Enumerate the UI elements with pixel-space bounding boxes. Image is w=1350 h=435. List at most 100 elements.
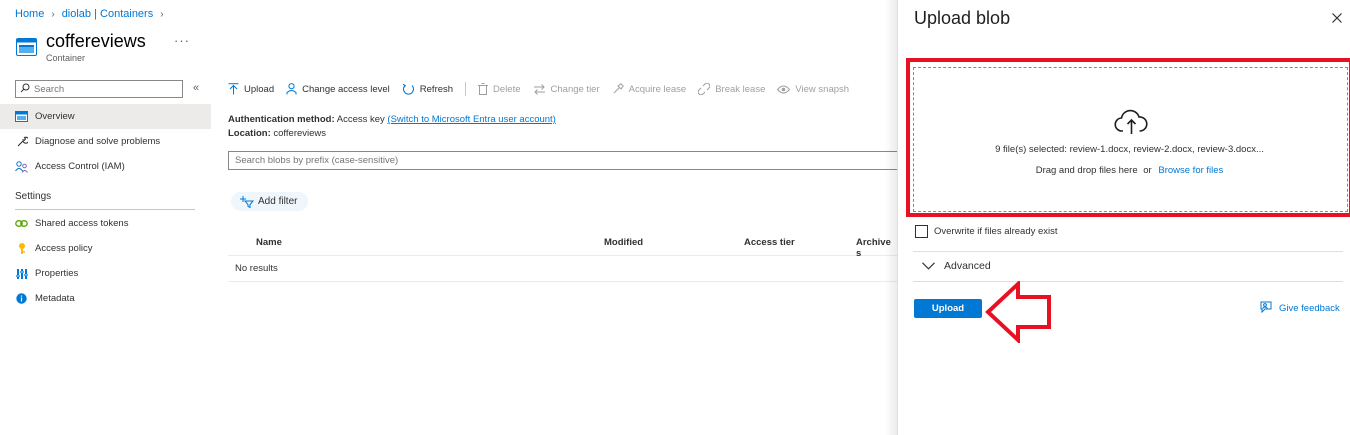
settings-heading: Settings — [15, 191, 52, 202]
sidebar-item-properties[interactable]: Properties — [0, 261, 211, 286]
toolbar-divider — [465, 82, 467, 96]
drag-drop-text: Drag and drop files here or Browse for f… — [898, 165, 1350, 176]
or-label: or — [1143, 165, 1152, 176]
view-snapshots-label: View snapsh — [795, 83, 850, 95]
column-header-modified[interactable]: Modified — [604, 237, 643, 248]
annotation-arrow — [985, 279, 1053, 346]
chevron-right-icon: › — [160, 8, 164, 20]
sidebar-item-overview[interactable]: Overview — [0, 104, 211, 129]
column-header-access-tier[interactable]: Access tier — [744, 237, 795, 248]
file-drop-zone[interactable] — [913, 67, 1348, 212]
link-icon — [15, 217, 28, 230]
auth-method-label: Authentication method: — [228, 114, 335, 125]
delete-button[interactable]: Delete — [478, 83, 521, 95]
info-icon — [15, 292, 28, 305]
sidebar: Overview Diagnose and solve problems Acc… — [0, 104, 211, 311]
broken-link-icon — [698, 83, 711, 95]
break-lease-button[interactable]: Break lease — [698, 83, 765, 95]
more-options-button[interactable]: ··· — [174, 33, 190, 48]
close-icon[interactable] — [1331, 12, 1343, 24]
blob-search-input[interactable] — [235, 155, 875, 166]
overwrite-option[interactable]: Overwrite if files already exist — [915, 225, 1058, 238]
upload-label: Upload — [244, 83, 275, 95]
divider — [913, 251, 1343, 252]
chevron-right-icon: › — [51, 8, 55, 20]
upload-button[interactable]: Upload — [914, 299, 982, 318]
upload-blob-panel: Upload blob 9 file(s) selected: review-1… — [897, 0, 1350, 435]
change-tier-button[interactable]: Change tier — [533, 84, 600, 95]
delete-label: Delete — [493, 83, 521, 95]
grid-header: Name Modified Access tier Archive s — [228, 232, 898, 259]
location-value: coffereviews — [273, 128, 327, 139]
refresh-button[interactable]: Refresh — [402, 83, 453, 95]
panel-shadow — [885, 0, 897, 435]
switch-auth-link[interactable]: (Switch to Microsoft Entra user account) — [387, 114, 555, 125]
people-icon — [15, 160, 28, 173]
change-access-level-label: Change access level — [302, 83, 390, 95]
files-selected-text: 9 file(s) selected: review-1.docx, revie… — [995, 144, 1264, 155]
empty-results: No results — [228, 256, 898, 282]
advanced-label: Advanced — [944, 260, 991, 272]
sidebar-item-iam[interactable]: Access Control (IAM) — [0, 154, 211, 179]
sidebar-item-label: Metadata — [35, 293, 75, 304]
add-filter-button[interactable]: Add filter — [231, 192, 309, 211]
drag-drop-label: Drag and drop files here — [1035, 165, 1138, 176]
acquire-lease-button[interactable]: Acquire lease — [612, 83, 687, 95]
collapse-nav-button[interactable]: « — [193, 82, 199, 94]
sidebar-item-label: Diagnose and solve problems — [35, 136, 161, 147]
page-title: coffereviews — [46, 31, 146, 51]
sidebar-item-access-policy[interactable]: Access policy — [0, 236, 211, 261]
give-feedback-link[interactable]: Give feedback — [1259, 301, 1340, 315]
overwrite-label: Overwrite if files already exist — [934, 226, 1058, 237]
feedback-icon — [1260, 301, 1272, 314]
change-tier-label: Change tier — [550, 83, 600, 95]
upload-toolbar-button[interactable]: Upload — [228, 83, 274, 95]
chevron-down-icon — [922, 262, 935, 270]
page-subtitle: Container — [46, 53, 86, 63]
resource-header: coffereviews Container — [16, 31, 146, 63]
search-icon — [20, 83, 30, 96]
advanced-toggle[interactable]: Advanced — [922, 260, 991, 272]
eye-icon — [777, 85, 791, 93]
breadcrumb-containers[interactable]: diolab | Containers — [62, 8, 154, 20]
auth-info: Authentication method: Access key (Switc… — [228, 113, 556, 141]
panel-title: Upload blob — [914, 8, 1011, 28]
trash-icon — [478, 83, 489, 95]
auth-method-value: Access key — [336, 114, 385, 125]
breadcrumb: Home › diolab | Containers › — [15, 8, 171, 20]
add-filter-label: Add filter — [258, 196, 298, 207]
browse-files-link[interactable]: Browse for files — [1158, 165, 1223, 176]
cloud-upload-icon — [1114, 109, 1149, 138]
blob-grid: Name Modified Access tier Archive s No r… — [228, 232, 898, 282]
sidebar-item-metadata[interactable]: Metadata — [0, 286, 211, 311]
filter-add-icon — [240, 195, 254, 208]
properties-icon — [15, 267, 28, 280]
column-header-name[interactable]: Name — [256, 237, 282, 248]
refresh-label: Refresh — [419, 83, 454, 95]
swap-icon — [533, 83, 545, 95]
sidebar-item-label: Properties — [35, 268, 79, 279]
nav-search-input[interactable] — [34, 83, 174, 95]
sidebar-item-label: Access policy — [35, 243, 93, 254]
lease-icon — [613, 83, 624, 94]
wrench-icon — [15, 135, 28, 148]
acquire-lease-label: Acquire lease — [628, 83, 687, 95]
change-access-level-button[interactable]: Change access level — [286, 83, 390, 95]
upload-icon — [228, 83, 239, 95]
key-icon — [15, 242, 28, 255]
give-feedback-label: Give feedback — [1279, 302, 1340, 314]
blob-search — [228, 151, 898, 170]
location-label: Location: — [228, 128, 271, 139]
divider — [15, 209, 195, 210]
sidebar-item-label: Shared access tokens — [35, 218, 129, 229]
breadcrumb-home[interactable]: Home — [15, 8, 44, 20]
sidebar-item-diagnose[interactable]: Diagnose and solve problems — [0, 129, 211, 154]
refresh-icon — [402, 83, 414, 95]
overwrite-checkbox[interactable] — [915, 225, 928, 238]
view-snapshots-button[interactable]: View snapsh — [777, 84, 849, 95]
container-icon — [15, 110, 28, 123]
sidebar-item-shared-access-tokens[interactable]: Shared access tokens — [0, 211, 211, 236]
person-icon — [286, 83, 297, 95]
divider — [913, 281, 1343, 282]
break-lease-label: Break lease — [715, 83, 766, 95]
